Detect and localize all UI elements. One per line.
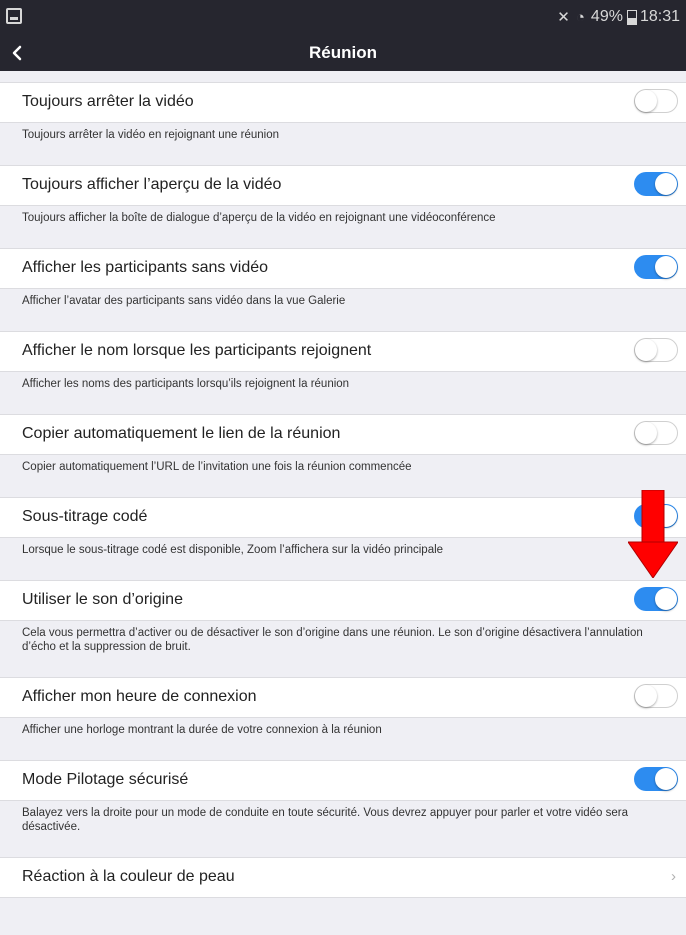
setting-row[interactable]: Afficher mon heure de connexion — [0, 677, 686, 718]
toggle-knob — [635, 685, 657, 707]
toggle-knob — [655, 256, 677, 278]
status-right: ✕ ◔ 49% 18:31 — [557, 7, 680, 27]
list-footer — [0, 898, 686, 935]
setting-label: Afficher les participants sans vidéo — [22, 259, 269, 276]
setting-label: Afficher mon heure de connexion — [22, 688, 257, 705]
setting-row[interactable]: Afficher les participants sans vidéo — [0, 248, 686, 289]
setting-label: Afficher le nom lorsque les participants… — [22, 342, 372, 359]
toggle-knob — [635, 90, 657, 112]
toggle-knob — [655, 588, 677, 610]
setting-row[interactable]: Sous-titrage codé — [0, 497, 686, 538]
nav-bar: Réunion — [0, 34, 686, 71]
status-bar: ✕ ◔ 49% 18:31 — [0, 0, 686, 34]
setting-label: Mode Pilotage sécurisé — [22, 771, 189, 788]
toggle-knob — [655, 768, 677, 790]
setting-description: Toujours afficher la boîte de dialogue d… — [0, 206, 686, 248]
battery-percent: 49% — [590, 8, 623, 25]
setting-description: Lorsque le sous-titrage codé est disponi… — [0, 538, 686, 580]
setting-label: Réaction à la couleur de peau — [22, 868, 235, 885]
gallery-icon — [6, 8, 22, 24]
toggle-knob — [655, 173, 677, 195]
setting-toggle[interactable] — [634, 338, 678, 362]
setting-row[interactable]: Afficher le nom lorsque les participants… — [0, 331, 686, 372]
setting-row[interactable]: Mode Pilotage sécurisé — [0, 760, 686, 801]
wifi-icon: ◔ — [575, 8, 585, 26]
skin-tone-row[interactable]: Réaction à la couleur de peau › — [0, 857, 686, 898]
setting-description: Cela vous permettra d’activer ou de désa… — [0, 621, 686, 677]
setting-row[interactable]: Toujours arrêter la vidéo — [0, 82, 686, 123]
setting-description: Copier automatiquement l’URL de l’invita… — [0, 455, 686, 497]
setting-toggle[interactable] — [634, 89, 678, 113]
page-title: Réunion — [309, 43, 377, 62]
setting-label: Toujours arrêter la vidéo — [22, 93, 194, 110]
setting-description: Balayez vers la droite pour un mode de c… — [0, 801, 686, 857]
setting-label: Toujours afficher l’aperçu de la vidéo — [22, 176, 282, 193]
setting-label: Sous-titrage codé — [22, 508, 148, 525]
setting-row[interactable]: Copier automatiquement le lien de la réu… — [0, 414, 686, 455]
mute-icon: ✕ — [557, 9, 570, 26]
setting-description: Afficher les noms des participants lorsq… — [0, 372, 686, 414]
setting-row[interactable]: Toujours afficher l’aperçu de la vidéo — [0, 165, 686, 206]
setting-label: Copier automatiquement le lien de la réu… — [22, 425, 341, 442]
status-time: 18:31 — [639, 8, 680, 25]
setting-toggle[interactable] — [634, 172, 678, 196]
battery-icon — [626, 9, 637, 25]
setting-toggle[interactable] — [634, 255, 678, 279]
setting-toggle[interactable] — [634, 767, 678, 791]
setting-toggle[interactable] — [634, 684, 678, 708]
setting-description: Afficher une horloge montrant la durée d… — [0, 718, 686, 760]
toggle-knob — [635, 339, 657, 361]
setting-toggle[interactable] — [634, 587, 678, 611]
setting-toggle[interactable] — [634, 421, 678, 445]
setting-label: Utiliser le son d’origine — [22, 591, 183, 608]
annotation-arrow-icon — [628, 490, 678, 578]
chevron-right-icon: › — [671, 868, 676, 885]
toggle-knob — [635, 422, 657, 444]
setting-description: Toujours arrêter la vidéo en rejoignant … — [0, 123, 686, 165]
settings-list: Toujours arrêter la vidéo Toujours arrêt… — [0, 82, 686, 935]
setting-row[interactable]: Utiliser le son d’origine — [0, 580, 686, 621]
setting-description: Afficher l’avatar des participants sans … — [0, 289, 686, 331]
